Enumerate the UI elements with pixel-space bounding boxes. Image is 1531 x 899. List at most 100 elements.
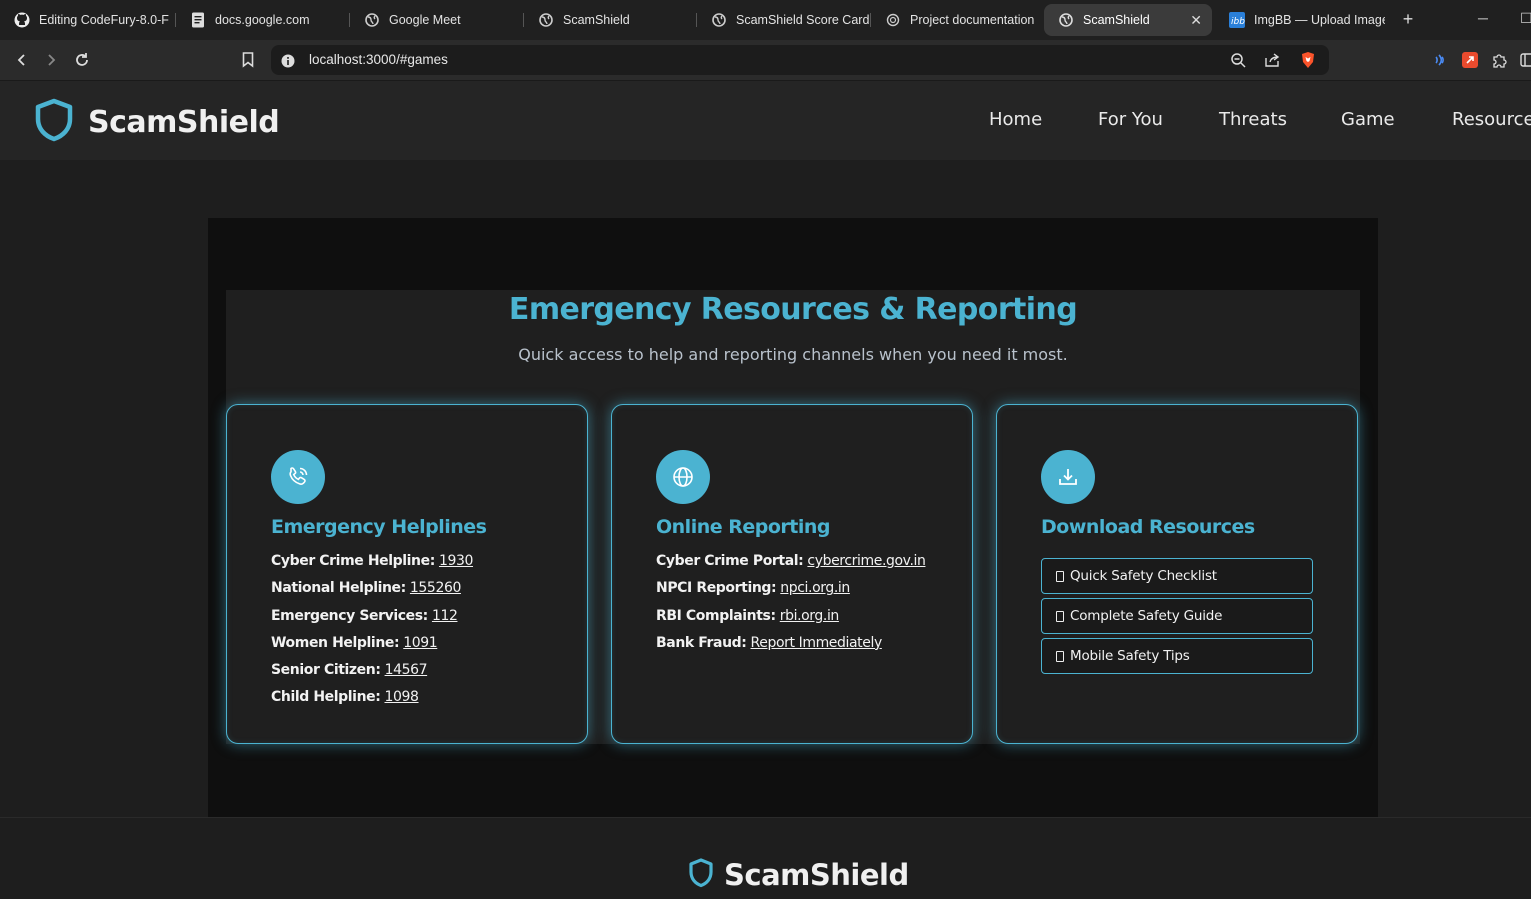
brand-name: ScamShield [88, 104, 280, 140]
footer-brand: ScamShield [688, 858, 909, 892]
item-label: Senior Citizen: [271, 662, 381, 679]
forward-icon[interactable] [40, 49, 62, 71]
list-item: National Helpline: 155260 [271, 580, 473, 607]
bookmark-icon[interactable] [237, 49, 259, 71]
button-label: Complete Safety Guide [1070, 608, 1223, 624]
github-icon [14, 12, 30, 28]
globe-icon [656, 450, 710, 504]
extension-icon[interactable] [1461, 51, 1479, 69]
reporting-list: Cyber Crime Portal: cybercrime.gov.in NP… [656, 553, 926, 662]
item-link[interactable]: rbi.org.in [780, 608, 840, 624]
chatgpt-icon [885, 12, 901, 28]
item-link[interactable]: 1930 [439, 553, 473, 569]
item-label: NPCI Reporting: [656, 580, 777, 597]
card-title: Emergency Helplines [271, 516, 487, 538]
item-label: Women Helpline: [271, 634, 400, 651]
phone-icon [271, 450, 325, 504]
zoom-icon[interactable] [1229, 51, 1247, 69]
tab-google-meet[interactable]: Google Meet [350, 4, 524, 36]
document-icon [1056, 610, 1064, 622]
download-resources-card: Download Resources Quick Safety Checklis… [996, 404, 1358, 744]
tab-docs[interactable]: docs.google.com [176, 4, 350, 36]
tab-imgbb[interactable]: ibb ImgBB — Upload Image [1215, 4, 1385, 36]
list-item: Cyber Crime Helpline: 1930 [271, 553, 473, 580]
list-item: Senior Citizen: 14567 [271, 662, 473, 689]
list-item: RBI Complaints: rbi.org.in [656, 608, 925, 635]
list-item: Child Helpline: 1098 [271, 689, 473, 716]
extension-icon[interactable] [1431, 51, 1449, 69]
sidebar-icon[interactable] [1518, 51, 1531, 69]
tab-label: ScamShield [1083, 13, 1150, 27]
mobile-safety-tips-button[interactable]: Mobile Safety Tips [1041, 638, 1313, 674]
close-tab-icon[interactable]: ✕ [1190, 12, 1202, 29]
globe-icon [1058, 12, 1074, 28]
item-label: Child Helpline: [271, 689, 381, 706]
item-label: Bank Fraud: [656, 634, 747, 651]
item-label: RBI Complaints: [656, 607, 776, 624]
site-info-icon[interactable] [281, 53, 295, 72]
shield-icon [688, 858, 714, 892]
browser-toolbar: localhost:3000/#games [0, 40, 1531, 81]
docs-icon [190, 12, 206, 28]
brand-logo[interactable]: ScamShield [34, 98, 280, 146]
item-link[interactable]: 1091 [403, 635, 437, 651]
puzzle-icon[interactable] [1491, 51, 1509, 69]
complete-safety-guide-button[interactable]: Complete Safety Guide [1041, 598, 1313, 634]
card-title: Online Reporting [656, 516, 831, 538]
address-bar[interactable]: localhost:3000/#games [271, 45, 1329, 75]
download-icon [1041, 450, 1095, 504]
maximize-icon[interactable]: ☐ [1520, 10, 1531, 27]
list-item: Women Helpline: 1091 [271, 635, 473, 662]
item-label: National Helpline: [271, 580, 406, 597]
minimize-icon[interactable]: ─ [1478, 10, 1488, 26]
globe-icon [364, 12, 380, 28]
tab-label: Editing CodeFury-8.0-F [39, 13, 169, 27]
helplines-card: Emergency Helplines Cyber Crime Helpline… [226, 404, 588, 744]
section-title: Emergency Resources & Reporting [508, 292, 1078, 327]
tab-project-documentation[interactable]: Project documentation [871, 4, 1041, 36]
nav-game[interactable]: Game [1341, 109, 1395, 130]
new-tab-button[interactable]: + [1397, 8, 1419, 30]
item-label: Emergency Services: [271, 607, 428, 624]
list-item: Emergency Services: 112 [271, 608, 473, 635]
shield-icon [34, 98, 74, 146]
share-icon[interactable] [1263, 51, 1281, 69]
mobile-icon [1056, 650, 1064, 662]
tab-github[interactable]: Editing CodeFury-8.0-F [0, 4, 176, 36]
nav-resources[interactable]: Resources [1452, 109, 1531, 130]
item-link[interactable]: 14567 [385, 662, 428, 678]
tab-scamshield-score-card[interactable]: ScamShield Score Card [697, 4, 871, 36]
item-link[interactable]: 1098 [385, 689, 419, 705]
tab-label: ImgBB — Upload Image [1254, 13, 1385, 27]
item-link[interactable]: cybercrime.gov.in [807, 553, 925, 569]
tab-label: Project documentation [910, 13, 1035, 27]
reload-icon[interactable] [71, 49, 93, 71]
nav-home[interactable]: Home [989, 109, 1042, 130]
item-link[interactable]: 112 [432, 608, 458, 624]
document-icon [1056, 570, 1064, 582]
tab-scamshield-active[interactable]: ScamShield ✕ [1044, 4, 1212, 36]
url-text[interactable]: localhost:3000/#games [309, 52, 448, 67]
globe-icon [538, 12, 554, 28]
nav-for-you[interactable]: For You [1098, 109, 1163, 130]
quick-safety-checklist-button[interactable]: Quick Safety Checklist [1041, 558, 1313, 594]
globe-icon [711, 12, 727, 28]
tab-scamshield-1[interactable]: ScamShield [524, 4, 697, 36]
tab-label: Google Meet [389, 13, 461, 27]
item-link[interactable]: npci.org.in [780, 580, 850, 596]
footer-brand-name: ScamShield [724, 858, 909, 892]
item-link[interactable]: Report Immediately [751, 635, 883, 651]
site-header: ScamShield Home For You Threats Game Res… [0, 81, 1531, 160]
brave-shield-icon[interactable] [1299, 51, 1317, 69]
back-icon[interactable] [11, 49, 33, 71]
helpline-list: Cyber Crime Helpline: 1930 National Help… [271, 553, 473, 717]
button-label: Quick Safety Checklist [1070, 568, 1217, 584]
list-item: Bank Fraud: Report Immediately [656, 635, 925, 662]
imgbb-icon: ibb [1229, 12, 1245, 28]
item-link[interactable]: 155260 [410, 580, 461, 596]
nav-threats[interactable]: Threats [1219, 109, 1287, 130]
tab-label: ScamShield Score Card [736, 13, 870, 27]
svg-text:ibb: ibb [1231, 17, 1245, 27]
list-item: NPCI Reporting: npci.org.in [656, 580, 925, 607]
section-subtitle: Quick access to help and reporting chann… [518, 345, 1068, 364]
